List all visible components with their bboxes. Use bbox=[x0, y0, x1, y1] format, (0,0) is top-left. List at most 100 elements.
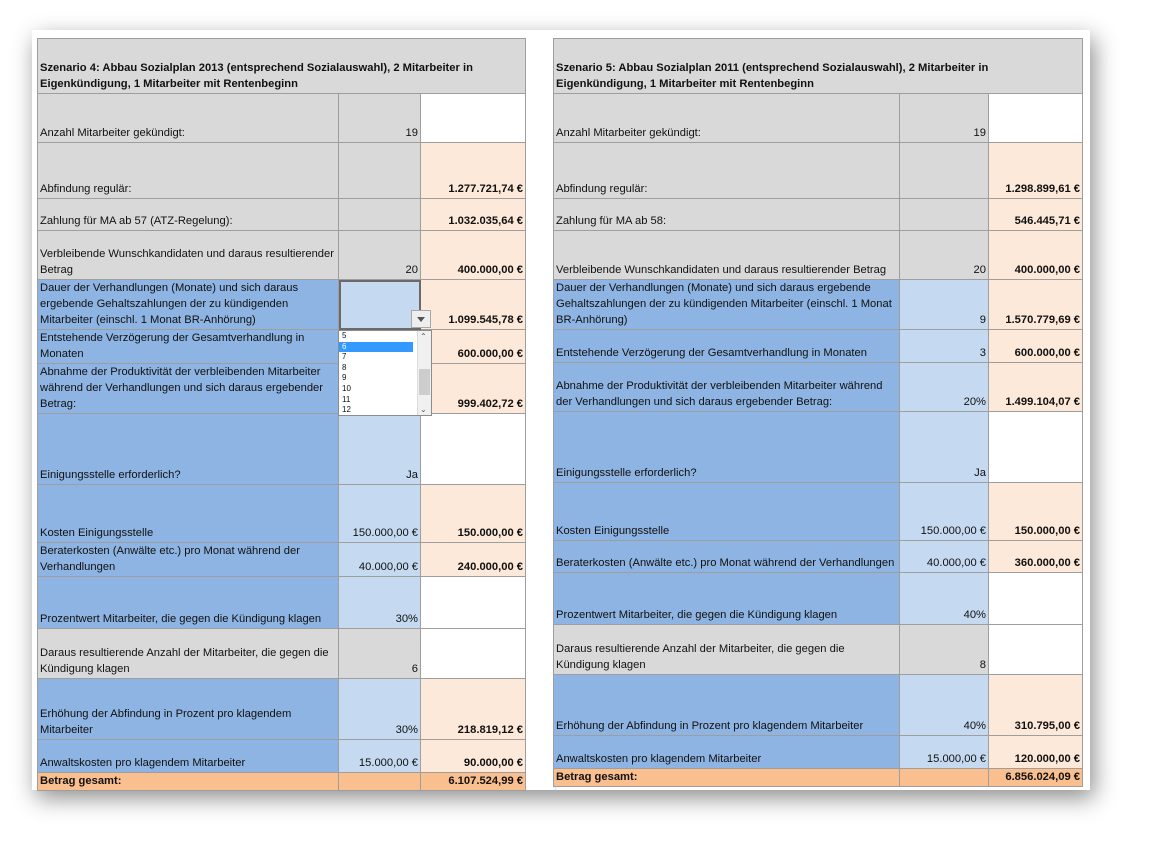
row-value[interactable]: 19 bbox=[899, 93, 989, 143]
row-value[interactable]: 20 bbox=[899, 230, 989, 280]
row-label: Abfindung regulär: bbox=[37, 142, 339, 199]
row-amount: 600.000,00 € bbox=[420, 329, 526, 364]
row-value[interactable]: 30% bbox=[338, 678, 421, 740]
negotiation-months-cell[interactable] bbox=[338, 279, 421, 330]
row-amount bbox=[988, 572, 1083, 625]
row-label: Einigungsstelle erforderlich? bbox=[553, 411, 900, 483]
row-value[interactable]: 19 bbox=[338, 93, 421, 143]
row-value[interactable] bbox=[338, 142, 421, 199]
row-label: Dauer der Verhandlungen (Monate) und sic… bbox=[553, 279, 900, 330]
chevron-down-icon[interactable]: ⌄ bbox=[420, 405, 427, 414]
row-amount bbox=[988, 624, 1083, 675]
dropdown-option[interactable]: 7 bbox=[339, 352, 413, 363]
row-value[interactable]: 150.000,00 € bbox=[899, 482, 989, 541]
dropdown-list[interactable]: 5 6 7 8 9 10 11 12 ⌃ ⌄ bbox=[338, 330, 432, 416]
total-empty bbox=[899, 768, 989, 787]
row-amount bbox=[988, 93, 1083, 143]
dropdown-option[interactable]: 9 bbox=[339, 373, 413, 384]
row-value[interactable]: 15.000,00 € bbox=[338, 739, 421, 773]
row-amount: 1.099.545,78 € bbox=[420, 279, 526, 330]
row-value[interactable]: 20 bbox=[338, 230, 421, 280]
row-label: Daraus resultierende Anzahl der Mitarbei… bbox=[37, 628, 339, 679]
dropdown-option-selected[interactable]: 6 bbox=[339, 341, 413, 353]
row-amount: 120.000,00 € bbox=[988, 735, 1083, 769]
row-amount: 150.000,00 € bbox=[420, 484, 526, 543]
scrollbar-thumb[interactable] bbox=[419, 369, 430, 395]
total-label: Betrag gesamt: bbox=[553, 768, 900, 787]
dropdown-option[interactable]: 10 bbox=[339, 384, 413, 395]
row-label: Prozentwert Mitarbeiter, die gegen die K… bbox=[553, 572, 900, 625]
row-label: Zahlung für MA ab 58: bbox=[553, 198, 900, 231]
row-amount: 1.499.104,07 € bbox=[988, 362, 1083, 412]
chevron-up-icon[interactable]: ⌃ bbox=[420, 332, 427, 341]
scenario-4-title: Szenario 4: Abbau Sozialplan 2013 (entsp… bbox=[37, 38, 526, 94]
row-amount bbox=[420, 628, 526, 679]
row-value[interactable] bbox=[899, 142, 989, 199]
row-label: Anzahl Mitarbeiter gekündigt: bbox=[37, 93, 339, 143]
row-value[interactable]: 6 bbox=[338, 628, 421, 679]
row-label: Verbleibende Wunschkandidaten und daraus… bbox=[37, 230, 339, 280]
row-amount bbox=[988, 411, 1083, 483]
row-amount: 400.000,00 € bbox=[988, 230, 1083, 280]
row-value[interactable]: 40.000,00 € bbox=[899, 540, 989, 573]
row-amount bbox=[420, 576, 526, 629]
dropdown-option[interactable]: 5 bbox=[339, 331, 413, 342]
row-label: Kosten Einigungsstelle bbox=[37, 484, 339, 543]
row-label: Erhöhung der Abfindung in Prozent pro kl… bbox=[553, 674, 900, 736]
row-value[interactable] bbox=[899, 198, 989, 231]
row-amount: 360.000,00 € bbox=[988, 540, 1083, 573]
dropdown-scrollbar[interactable]: ⌃ ⌄ bbox=[417, 331, 431, 415]
total-amount: 6.856.024,09 € bbox=[988, 768, 1083, 787]
row-label: Entstehende Verzögerung der Gesamtverhan… bbox=[37, 329, 339, 364]
dropdown-option[interactable]: 11 bbox=[339, 395, 413, 406]
row-label: Dauer der Verhandlungen (Monate) und sic… bbox=[37, 279, 339, 330]
row-value[interactable]: Ja bbox=[338, 413, 421, 485]
row-value[interactable]: 40% bbox=[899, 572, 989, 625]
row-label: Abnahme der Produktivität der verbleiben… bbox=[37, 363, 339, 414]
total-amount: 6.107.524,99 € bbox=[420, 772, 526, 791]
row-value[interactable]: 40.000,00 € bbox=[338, 542, 421, 577]
row-amount: 1.277.721,74 € bbox=[420, 142, 526, 199]
row-label: Verbleibende Wunschkandidaten und daraus… bbox=[553, 230, 900, 280]
dropdown-option[interactable]: 8 bbox=[339, 363, 413, 374]
row-label: Anwaltskosten pro klagendem Mitarbeiter bbox=[37, 739, 339, 773]
total-label: Betrag gesamt: bbox=[37, 772, 339, 791]
row-value[interactable]: 40% bbox=[899, 674, 989, 736]
row-amount bbox=[420, 413, 526, 485]
row-value[interactable]: 3 bbox=[899, 329, 989, 363]
scenario-4-table: Szenario 4: Abbau Sozialplan 2013 (entsp… bbox=[37, 38, 526, 791]
scenario-5-table: Szenario 5: Abbau Sozialplan 2011 (entsp… bbox=[553, 38, 1083, 787]
row-amount: 1.032.035,64 € bbox=[420, 198, 526, 231]
row-amount: 90.000,00 € bbox=[420, 739, 526, 773]
dropdown-arrow-button[interactable] bbox=[411, 310, 431, 328]
row-value[interactable]: 15.000,00 € bbox=[899, 735, 989, 769]
scenario-5-title: Szenario 5: Abbau Sozialplan 2011 (entsp… bbox=[553, 38, 1083, 94]
row-amount: 600.000,00 € bbox=[988, 329, 1083, 363]
row-value[interactable]: Ja bbox=[899, 411, 989, 483]
row-amount: 218.819,12 € bbox=[420, 678, 526, 740]
row-value[interactable]: 9 bbox=[899, 279, 989, 330]
row-label: Abnahme der Produktivität der verbleiben… bbox=[553, 362, 900, 412]
row-amount: 150.000,00 € bbox=[988, 482, 1083, 541]
dropdown-option[interactable]: 12 bbox=[339, 405, 413, 416]
row-label: Erhöhung der Abfindung in Prozent pro kl… bbox=[37, 678, 339, 740]
row-label: Abfindung regulär: bbox=[553, 142, 900, 199]
row-label: Prozentwert Mitarbeiter, die gegen die K… bbox=[37, 576, 339, 629]
chevron-down-icon bbox=[417, 316, 425, 322]
row-label: Beraterkosten (Anwälte etc.) pro Monat w… bbox=[37, 542, 339, 577]
row-label: Anzahl Mitarbeiter gekündigt: bbox=[553, 93, 900, 143]
row-amount: 400.000,00 € bbox=[420, 230, 526, 280]
row-amount: 1.570.779,69 € bbox=[988, 279, 1083, 330]
row-label: Anwaltskosten pro klagendem Mitarbeiter bbox=[553, 735, 900, 769]
row-value[interactable]: 30% bbox=[338, 576, 421, 629]
row-label: Entstehende Verzögerung der Gesamtverhan… bbox=[553, 329, 900, 363]
row-value[interactable]: 150.000,00 € bbox=[338, 484, 421, 543]
column-gutter bbox=[524, 38, 556, 790]
row-value[interactable]: 8 bbox=[899, 624, 989, 675]
total-empty bbox=[338, 772, 421, 791]
row-amount bbox=[420, 93, 526, 143]
row-amount: 546.445,71 € bbox=[988, 198, 1083, 231]
row-amount: 1.298.899,61 € bbox=[988, 142, 1083, 199]
row-value[interactable] bbox=[338, 198, 421, 231]
row-value[interactable]: 20% bbox=[899, 362, 989, 412]
